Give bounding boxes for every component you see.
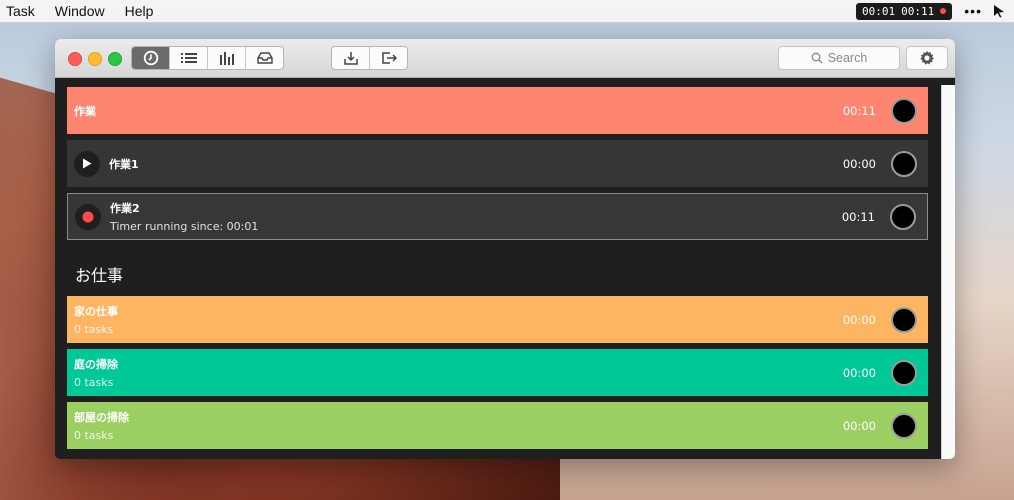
timer-total: 00:01 bbox=[862, 4, 896, 18]
stop-timer-button[interactable] bbox=[891, 359, 917, 386]
list-icon bbox=[180, 53, 197, 63]
download-icon bbox=[343, 52, 358, 65]
menu-window[interactable]: Window bbox=[55, 3, 105, 19]
export-icon bbox=[381, 52, 397, 64]
timer-current: 00:11 bbox=[901, 4, 935, 18]
inbox-view-button[interactable] bbox=[246, 47, 283, 69]
project-row-garden[interactable]: 庭の掃除 0 tasks 00:00 bbox=[67, 349, 928, 396]
task-time: 00:11 bbox=[842, 103, 876, 118]
task-row-task1[interactable]: 作業1 00:00 bbox=[67, 140, 928, 187]
view-switcher bbox=[131, 46, 284, 70]
project-time: 00:00 bbox=[842, 418, 876, 433]
task-time: 00:00 bbox=[842, 156, 876, 171]
scrollbar[interactable] bbox=[941, 85, 955, 459]
task-subtitle: Timer running since: 00:01 bbox=[110, 220, 259, 233]
task-row-task2[interactable]: 作業2 Timer running since: 00:01 00:11 bbox=[67, 193, 928, 240]
clock-icon bbox=[143, 50, 158, 66]
cursor-icon bbox=[994, 5, 1004, 18]
project-time: 00:00 bbox=[842, 365, 876, 380]
settings-button[interactable] bbox=[906, 46, 948, 70]
import-export-group bbox=[331, 46, 408, 70]
zoom-window-button[interactable] bbox=[108, 52, 122, 66]
play-button[interactable] bbox=[74, 150, 100, 177]
more-icon[interactable]: ••• bbox=[964, 3, 982, 19]
inbox-icon bbox=[256, 52, 273, 64]
stop-timer-button[interactable] bbox=[891, 306, 917, 333]
task-title: 作業 bbox=[74, 104, 96, 118]
task-title: 作業2 bbox=[110, 202, 140, 215]
stats-view-button[interactable] bbox=[208, 47, 246, 69]
project-subtitle: 0 tasks bbox=[74, 429, 114, 442]
project-subtitle: 0 tasks bbox=[74, 323, 114, 336]
search-placeholder: Search bbox=[827, 51, 868, 65]
menu-help[interactable]: Help bbox=[125, 3, 154, 19]
menu-task[interactable]: Task bbox=[6, 3, 35, 19]
play-icon bbox=[83, 158, 92, 169]
menu-bar: Task Window Help 00:01 00:11 ••• bbox=[0, 0, 1014, 23]
app-window: Search 作業 00:11 作業1 00:00 作業2 Timer runn… bbox=[55, 39, 955, 459]
minimize-window-button[interactable] bbox=[88, 52, 102, 66]
task-title: 作業1 bbox=[109, 157, 139, 171]
close-window-button[interactable] bbox=[68, 52, 82, 66]
project-title: 部屋の掃除 bbox=[74, 411, 129, 424]
stop-timer-button[interactable] bbox=[891, 412, 917, 439]
search-field[interactable]: Search bbox=[778, 46, 900, 70]
project-row-housework[interactable]: 家の仕事 0 tasks 00:00 bbox=[67, 296, 928, 343]
list-view-button[interactable] bbox=[170, 47, 208, 69]
project-title: 庭の掃除 bbox=[74, 358, 118, 371]
task-row-working[interactable]: 作業 00:11 bbox=[67, 87, 928, 134]
gear-icon bbox=[920, 50, 934, 65]
task-time: 00:11 bbox=[841, 209, 875, 224]
project-title: 家の仕事 bbox=[74, 305, 118, 318]
record-icon bbox=[82, 211, 94, 222]
timer-view-button[interactable] bbox=[132, 47, 170, 69]
search-icon bbox=[811, 52, 823, 64]
stop-timer-button[interactable] bbox=[891, 97, 917, 124]
project-time: 00:00 bbox=[842, 312, 876, 327]
project-row-room[interactable]: 部屋の掃除 0 tasks 00:00 bbox=[67, 402, 928, 449]
menubar-timer[interactable]: 00:01 00:11 bbox=[856, 2, 953, 20]
title-bar: Search bbox=[55, 39, 955, 78]
project-subtitle: 0 tasks bbox=[74, 376, 114, 389]
stop-timer-button[interactable] bbox=[891, 150, 917, 177]
bar-chart-icon bbox=[219, 52, 234, 65]
import-button[interactable] bbox=[332, 47, 370, 69]
section-title: お仕事 bbox=[75, 266, 124, 285]
stop-timer-button[interactable] bbox=[890, 203, 916, 230]
recording-dot-icon bbox=[940, 8, 947, 14]
export-button[interactable] bbox=[370, 47, 407, 69]
record-button[interactable] bbox=[75, 203, 101, 230]
task-list: 作業 00:11 作業1 00:00 作業2 Timer running sin… bbox=[67, 87, 928, 455]
